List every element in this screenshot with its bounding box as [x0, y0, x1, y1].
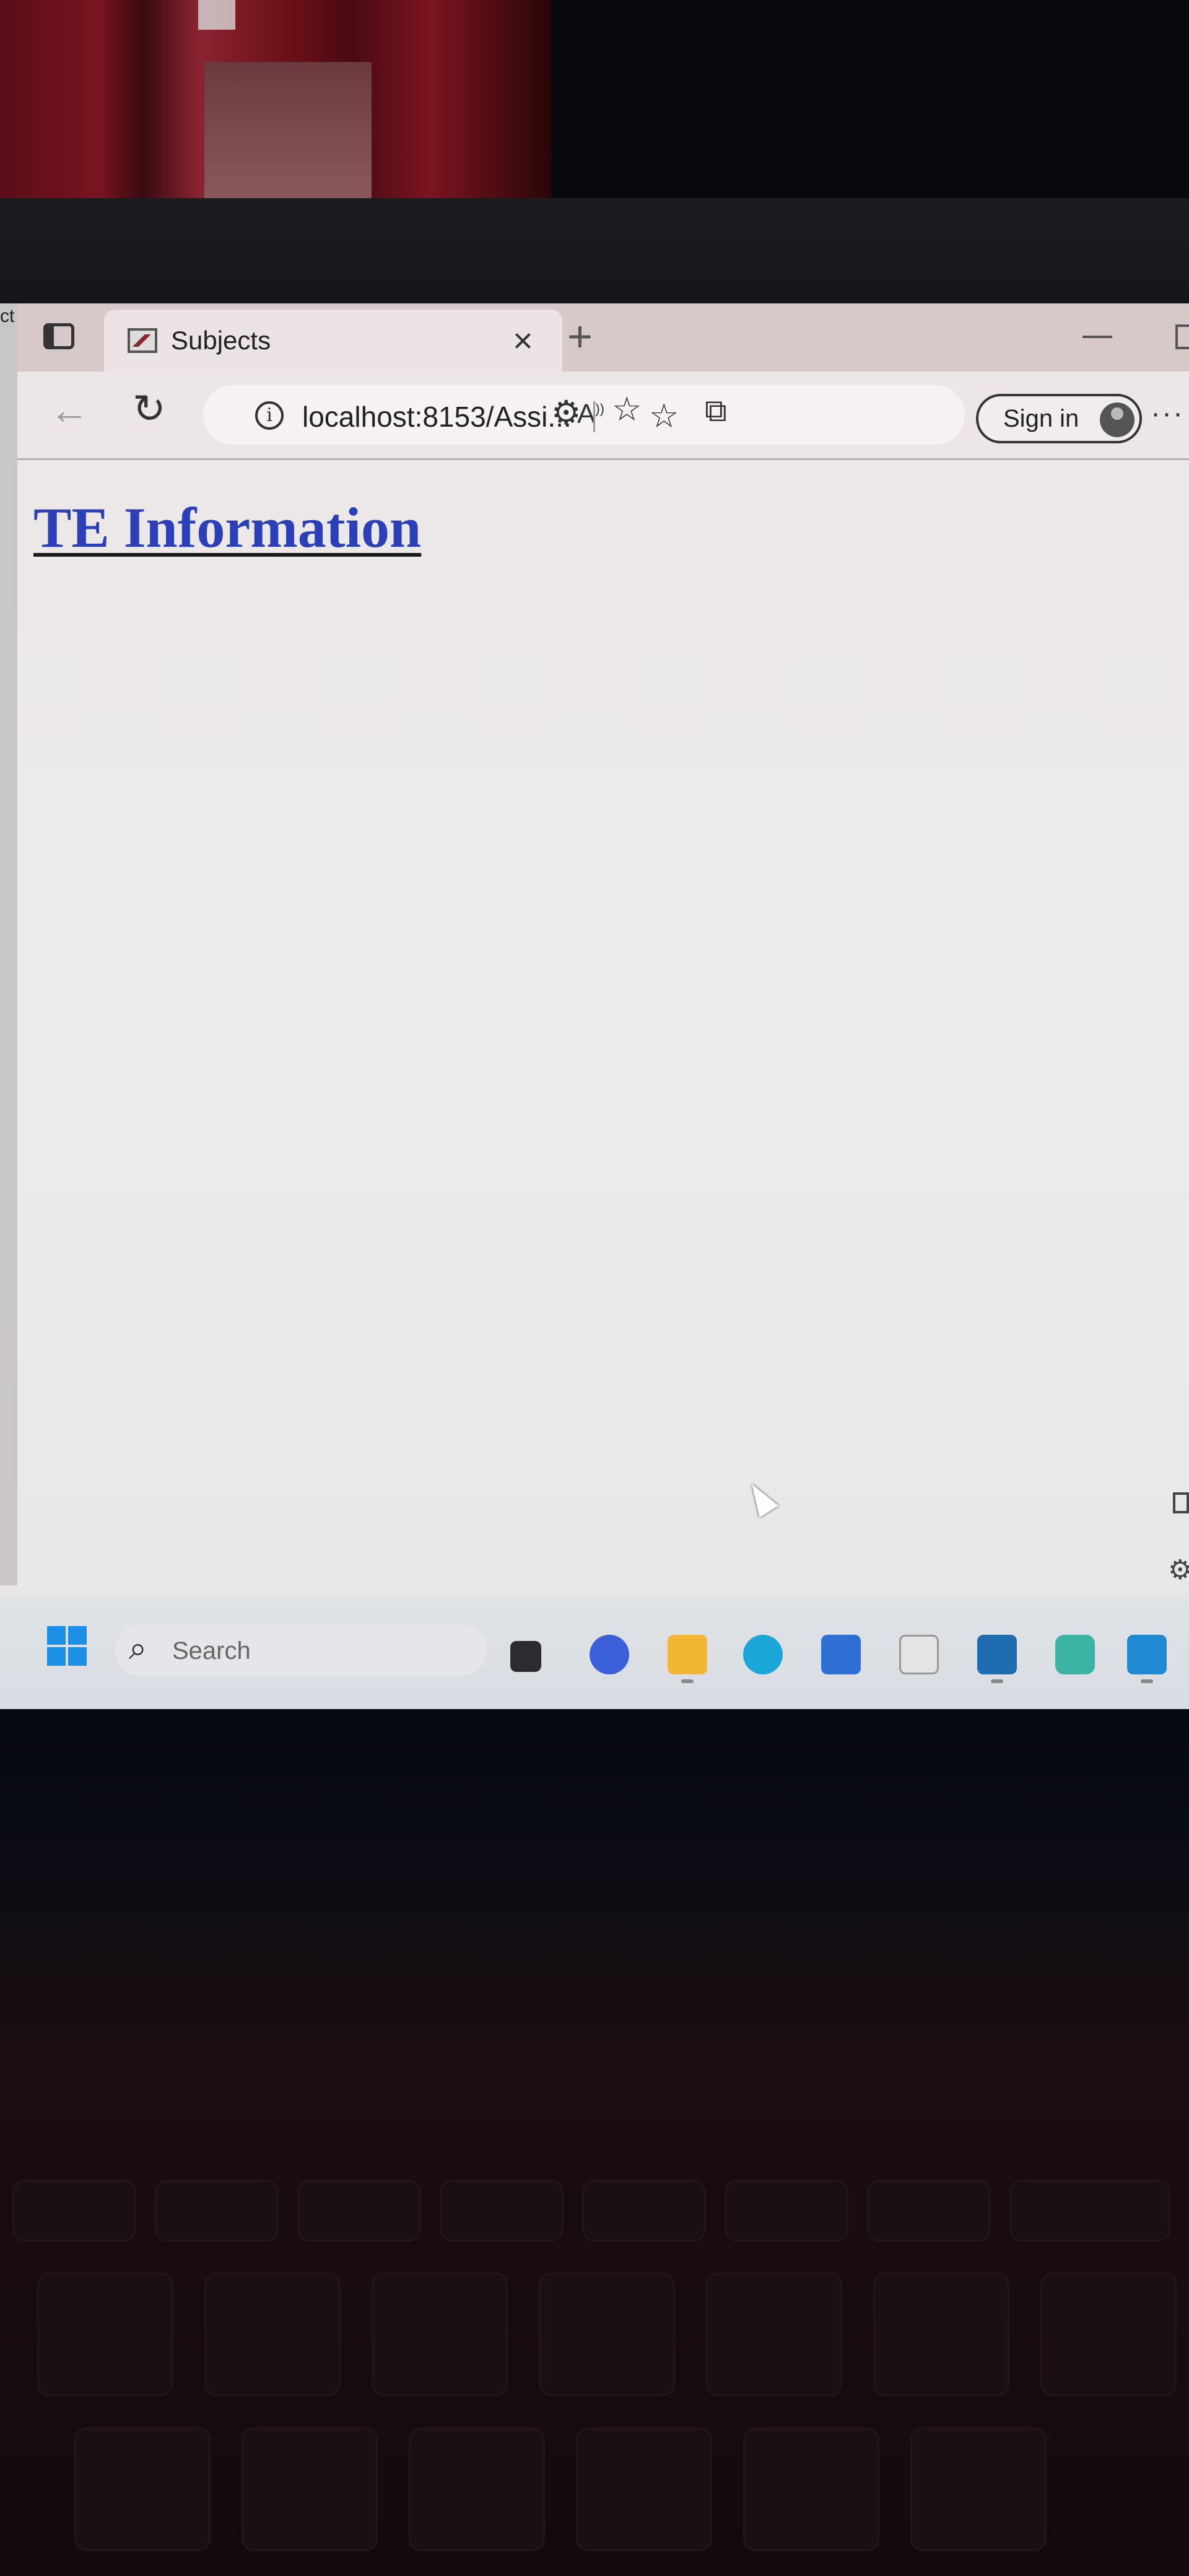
site-info-icon[interactable]: i — [255, 401, 284, 430]
keyboard-key — [440, 2180, 564, 2242]
keyboard-key — [1009, 2180, 1170, 2242]
tab-title: Subjects — [171, 326, 271, 355]
page-heading-link[interactable]: TE Information — [33, 495, 421, 560]
background-window-text: ct — [0, 306, 15, 326]
more-options-icon[interactable]: ··· — [1151, 399, 1184, 429]
gear-icon: ⚙ — [1168, 1555, 1189, 1585]
address-bar[interactable]: i localhost:8153/Assi... A)) ☆ — [203, 385, 965, 445]
keyboard-key — [1040, 2273, 1177, 2396]
windows-logo-tile — [68, 1626, 87, 1645]
keyboard-key — [204, 2273, 341, 2396]
square-icon — [1173, 1492, 1189, 1513]
keyboard-key — [297, 2180, 421, 2242]
background-window-edge: ct — [0, 303, 17, 1585]
toolbar-divider — [593, 401, 595, 432]
app-running-indicator — [681, 1679, 694, 1683]
page-favicon-icon — [128, 328, 157, 353]
keyboard-key — [74, 2427, 211, 2551]
read-aloud-icon[interactable]: A)) — [577, 399, 604, 430]
page-content: TE Information — [17, 460, 1189, 1591]
app-running-indicator — [991, 1679, 1003, 1683]
keyboard-key — [867, 2180, 991, 2242]
task-view-icon[interactable] — [510, 1641, 541, 1672]
keyboard-key — [12, 2180, 136, 2242]
background-doorway — [204, 62, 372, 204]
meet-icon[interactable] — [590, 1635, 629, 1674]
background-window-fragment: ⚙ — [1164, 1449, 1189, 1598]
back-button[interactable]: ← — [50, 390, 89, 430]
keyboard-key — [873, 2273, 1009, 2396]
keyboard-key — [539, 2273, 675, 2396]
keyboard-key — [743, 2427, 879, 2551]
browser-window: Subjects × + ← ↻ i localhost:8153/Assi..… — [17, 303, 1189, 1591]
tab-bar: Subjects × + — [17, 303, 1189, 372]
file-explorer-icon[interactable] — [668, 1635, 707, 1683]
netbeans-icon[interactable] — [977, 1635, 1017, 1683]
reload-button[interactable]: ↻ — [133, 389, 166, 429]
close-tab-icon[interactable]: × — [513, 323, 533, 358]
keyboard-key — [725, 2180, 848, 2242]
taskbar-search[interactable]: ⌕ Search — [115, 1625, 487, 1676]
collections-icon[interactable]: ⧉ — [705, 395, 727, 426]
search-icon: ⌕ — [129, 1630, 147, 1666]
search-label: Search — [172, 1637, 251, 1664]
edge-icon[interactable] — [743, 1635, 783, 1674]
keyboard-key — [372, 2273, 508, 2396]
app-running-indicator — [1141, 1679, 1153, 1683]
add-favorite-icon[interactable]: ☆ — [649, 396, 679, 435]
sign-in-button[interactable]: Sign in — [976, 394, 1142, 443]
keyboard-key — [910, 2427, 1047, 2551]
tab-actions-icon[interactable] — [43, 323, 74, 349]
mouse-cursor-icon — [742, 1478, 779, 1518]
java-icon[interactable] — [899, 1635, 939, 1674]
hexagon-app-icon[interactable] — [1055, 1635, 1095, 1674]
sign-in-label: Sign in — [1003, 405, 1079, 432]
keyboard-key — [155, 2180, 279, 2242]
tab-subjects[interactable]: Subjects × — [104, 310, 562, 372]
keyboard-key — [576, 2427, 712, 2551]
new-tab-button[interactable]: + — [567, 315, 593, 358]
keyboard-key — [409, 2427, 545, 2551]
keyboard — [0, 2155, 1189, 2576]
maximize-icon[interactable] — [1175, 324, 1189, 349]
background-light — [198, 0, 235, 30]
windows-logo-tile — [47, 1647, 66, 1666]
store-icon[interactable] — [821, 1635, 861, 1674]
extensions-icon[interactable]: ⚙ — [551, 396, 581, 430]
minimize-icon[interactable] — [1082, 336, 1112, 338]
avatar-icon — [1100, 402, 1135, 437]
taskbar: ⌕ Search — [0, 1598, 1189, 1715]
favorites-icon[interactable]: ☆ — [612, 393, 642, 426]
start-button[interactable] — [47, 1626, 87, 1666]
windows-logo-tile — [68, 1647, 87, 1666]
vscode-icon[interactable] — [1127, 1635, 1167, 1683]
keyboard-key — [37, 2273, 173, 2396]
keyboard-key — [706, 2273, 842, 2396]
url-text[interactable]: localhost:8153/Assi... — [302, 400, 572, 433]
browser-toolbar: ← ↻ i localhost:8153/Assi... A)) ☆ ⚙ ☆ ⧉… — [17, 372, 1189, 460]
keyboard-key — [582, 2180, 706, 2242]
windows-logo-tile — [47, 1626, 66, 1645]
keyboard-key — [242, 2427, 378, 2551]
